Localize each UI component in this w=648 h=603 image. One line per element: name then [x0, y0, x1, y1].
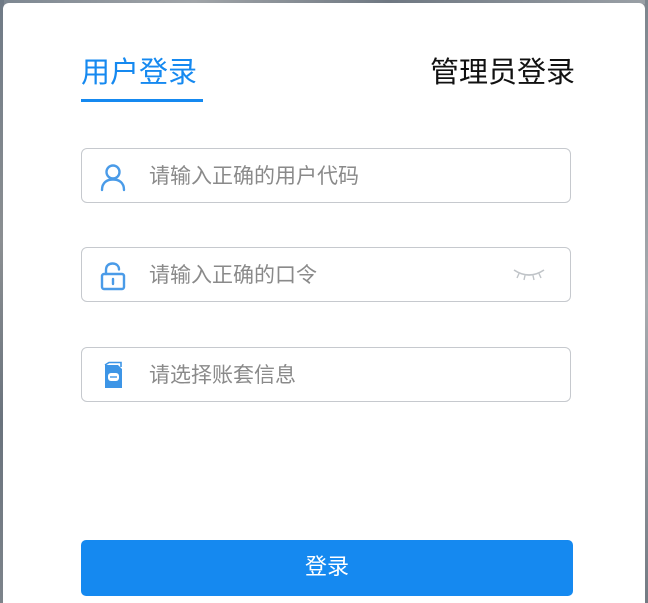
active-tab-indicator [81, 99, 203, 102]
login-button[interactable]: 登录 [81, 540, 573, 596]
login-card: 用户登录 管理员登录 请输入正确的用户代码 请输入正确的口令 请选择账套信息 登… [3, 3, 645, 603]
lock-icon [98, 261, 128, 291]
login-tabs: 用户登录 管理员登录 [81, 53, 575, 105]
account-set-placeholder: 请选择账套信息 [149, 363, 296, 387]
password-field[interactable]: 请输入正确的口令 [81, 247, 571, 302]
tab-user-login[interactable]: 用户登录 [81, 53, 197, 91]
user-code-placeholder: 请输入正确的用户代码 [149, 164, 359, 188]
account-set-field[interactable]: 请选择账套信息 [81, 347, 571, 402]
tab-admin-login[interactable]: 管理员登录 [430, 53, 575, 91]
user-icon [98, 162, 128, 192]
account-book-icon [98, 361, 128, 391]
eye-closed-icon[interactable] [510, 264, 548, 286]
user-code-field[interactable]: 请输入正确的用户代码 [81, 148, 571, 203]
password-placeholder: 请输入正确的口令 [149, 263, 317, 287]
